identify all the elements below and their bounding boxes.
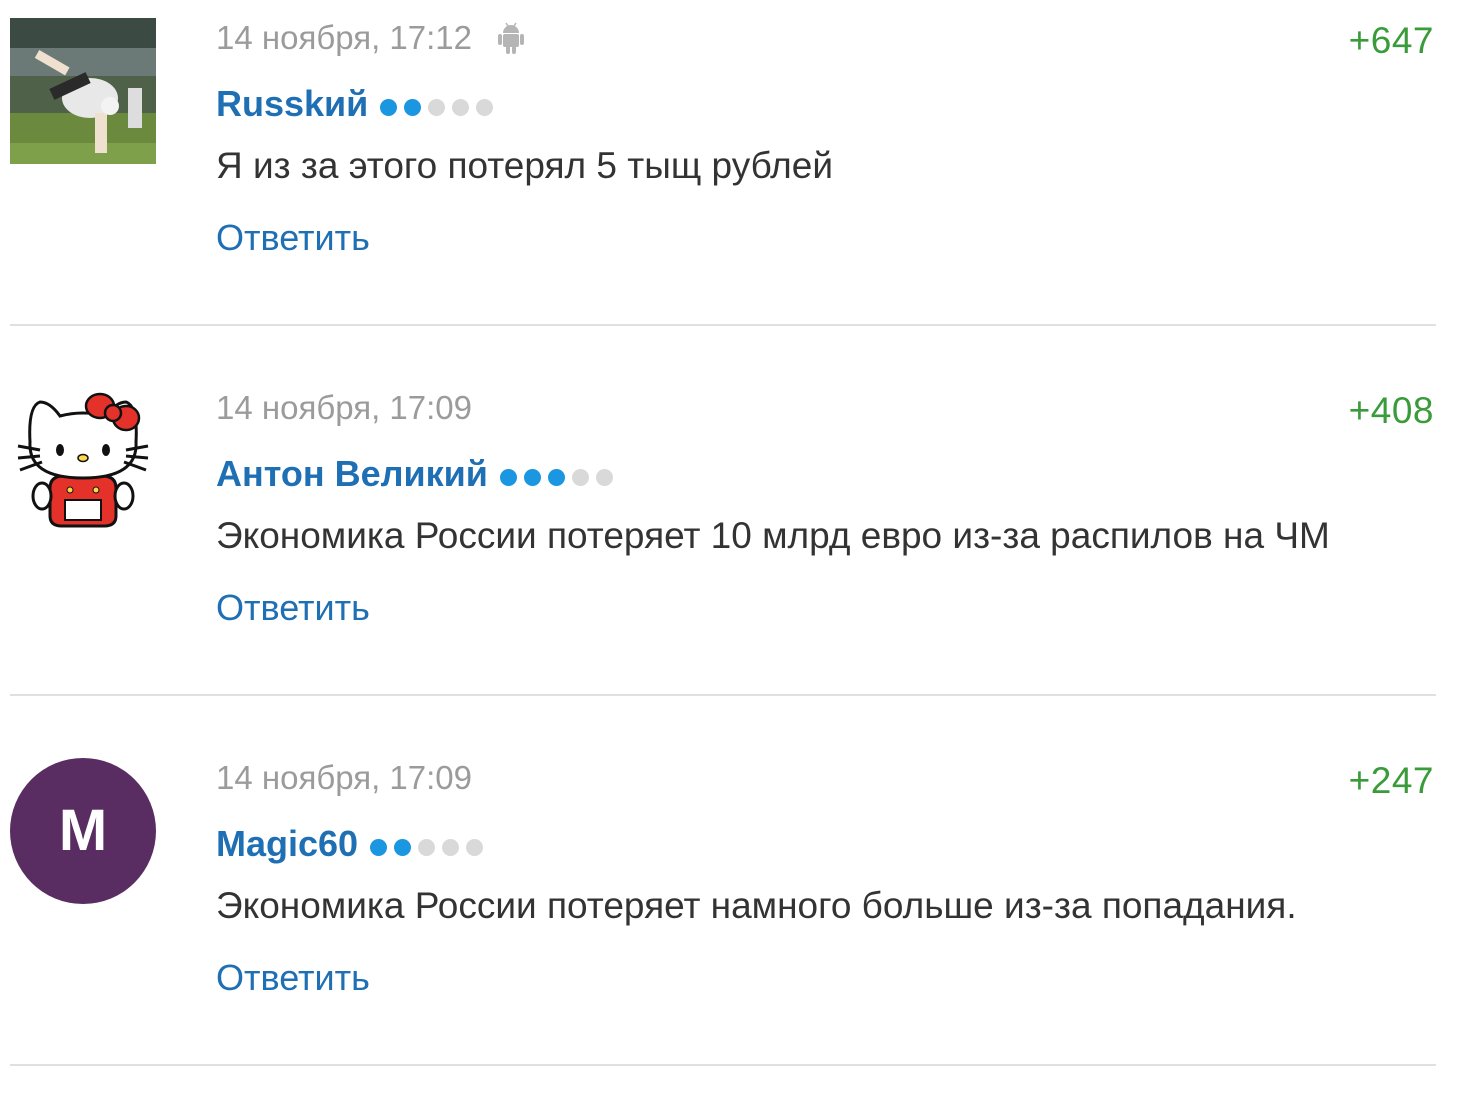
user-level-indicator: [499, 468, 620, 486]
comment-rating: +408: [1348, 390, 1434, 431]
comment-text: Экономика России потеряет намного больше…: [216, 885, 1297, 926]
author-row: Russkий: [216, 82, 500, 126]
comment-item: 14 ноября, 17:09 +408 Антон Великий Экон…: [0, 370, 1460, 740]
level-dot-empty: [595, 468, 613, 486]
user-photo: [10, 18, 156, 164]
divider: [10, 1064, 1436, 1066]
avatar[interactable]: [10, 388, 156, 534]
author-row: Magic60: [216, 822, 490, 866]
level-dot-empty: [476, 98, 494, 116]
comment-item: M 14 ноября, 17:09 +247 Magic60 Экономик…: [0, 740, 1460, 1110]
comment-rating: +247: [1348, 760, 1434, 801]
author-name[interactable]: Антон Великий: [216, 453, 488, 495]
level-dot-filled: [523, 468, 541, 486]
level-dot-empty: [442, 838, 460, 856]
author-name[interactable]: Russkий: [216, 83, 368, 125]
comment-text: Экономика России потеряет 10 млрд евро и…: [216, 515, 1330, 556]
author-row: Антон Великий: [216, 452, 620, 496]
comment-meta: 14 ноября, 17:09: [216, 388, 472, 428]
level-dot-empty: [571, 468, 589, 486]
level-dot-filled: [394, 838, 412, 856]
divider: [10, 694, 1436, 696]
comment-meta: 14 ноября, 17:12: [216, 18, 524, 58]
level-dot-empty: [466, 838, 484, 856]
level-dot-filled: [404, 98, 422, 116]
reply-button[interactable]: Ответить: [216, 217, 370, 259]
user-level-indicator: [370, 838, 490, 856]
level-dot-empty: [428, 98, 446, 116]
avatar[interactable]: M: [10, 758, 156, 904]
author-name[interactable]: Magic60: [216, 823, 358, 865]
level-dot-filled: [380, 98, 398, 116]
user-level-indicator: [380, 98, 500, 116]
comment-meta: 14 ноября, 17:09: [216, 758, 472, 798]
divider: [10, 324, 1436, 326]
comment-rating: +647: [1348, 20, 1434, 61]
comment-item: 14 ноября, 17:12 +647 Russkий Я из за эт…: [0, 0, 1460, 370]
comment-date: 14 ноября, 17:09: [216, 389, 472, 426]
android-icon: [498, 21, 524, 55]
level-dot-empty: [452, 98, 470, 116]
comment-date: 14 ноября, 17:12: [216, 19, 472, 56]
avatar-letter: M: [58, 798, 108, 863]
avatar[interactable]: [10, 18, 156, 164]
reply-button[interactable]: Ответить: [216, 587, 370, 629]
level-dot-empty: [418, 838, 436, 856]
reply-button[interactable]: Ответить: [216, 957, 370, 999]
level-dot-filled: [547, 468, 565, 486]
level-dot-filled: [499, 468, 517, 486]
level-dot-filled: [370, 838, 388, 856]
hello-kitty-image: [10, 388, 156, 534]
comment-date: 14 ноября, 17:09: [216, 759, 472, 796]
comment-text: Я из за этого потерял 5 тыщ рублей: [216, 145, 833, 186]
